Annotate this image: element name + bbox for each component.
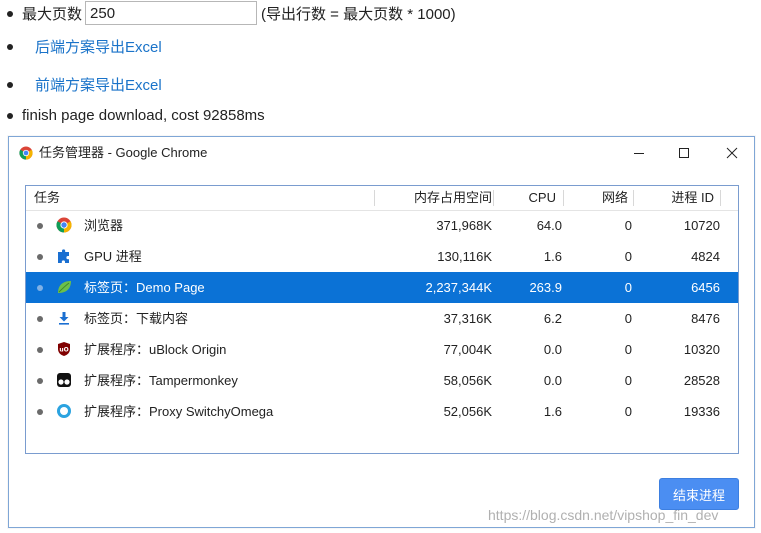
maximize-icon bbox=[679, 148, 689, 158]
memory-value: 130,116K bbox=[437, 249, 492, 264]
cpu-value: 6.2 bbox=[543, 311, 562, 326]
cpu-value: 0.0 bbox=[543, 342, 562, 357]
column-header-cpu[interactable]: CPU bbox=[529, 186, 556, 210]
pid-value: 6456 bbox=[691, 280, 720, 295]
cpu-value: 0.0 bbox=[543, 373, 562, 388]
network-value: 0 bbox=[624, 342, 632, 357]
column-header-memory[interactable]: 内存占用空间 bbox=[414, 186, 492, 210]
table-row[interactable]: 浏览器 371,968K 64.0 0 10720 bbox=[26, 210, 738, 241]
tampermonkey-icon bbox=[57, 373, 71, 387]
cpu-value: 1.6 bbox=[543, 404, 562, 419]
table-header: 任务 内存占用空间 CPU 网络 进程 ID bbox=[26, 186, 738, 211]
leaf-icon bbox=[58, 281, 71, 293]
row-bullet bbox=[37, 316, 43, 322]
maximize-button[interactable] bbox=[661, 137, 707, 169]
memory-value: 2,237,344K bbox=[425, 280, 492, 295]
table-row[interactable]: 扩展程序：Tampermonkey 58,056K 0.0 0 28528 bbox=[26, 365, 738, 396]
memory-value: 371,968K bbox=[436, 218, 492, 233]
bullet bbox=[7, 113, 13, 119]
max-pages-label: 最大页数 bbox=[22, 5, 83, 23]
memory-value: 58,056K bbox=[443, 373, 492, 388]
network-value: 0 bbox=[624, 249, 632, 264]
window-title: 任务管理器 - Google Chrome bbox=[39, 145, 208, 160]
status-text: finish page download, cost 92858ms bbox=[22, 106, 265, 124]
memory-value: 77,004K bbox=[443, 342, 492, 357]
column-header-task[interactable]: 任务 bbox=[34, 186, 60, 210]
frontend-export-link[interactable]: 前端方案导出Excel bbox=[35, 74, 162, 95]
task-name: 扩展程序：Proxy SwitchyOmega bbox=[84, 404, 274, 419]
minimize-icon bbox=[634, 153, 644, 154]
column-divider[interactable] bbox=[563, 190, 564, 206]
chrome-icon bbox=[19, 146, 33, 160]
ublock-icon: uO bbox=[58, 342, 70, 356]
task-name: 标签页：Demo Page bbox=[84, 280, 205, 295]
close-icon bbox=[726, 147, 738, 159]
cpu-value: 263.9 bbox=[529, 280, 562, 295]
pid-value: 8476 bbox=[691, 311, 720, 326]
task-name: 浏览器 bbox=[84, 218, 124, 233]
network-value: 0 bbox=[624, 218, 632, 233]
bullet bbox=[7, 11, 13, 17]
pid-value: 10720 bbox=[683, 218, 720, 233]
pid-value: 4824 bbox=[691, 249, 720, 264]
cpu-value: 64.0 bbox=[536, 218, 562, 233]
table-row[interactable]: 扩展程序：Proxy SwitchyOmega 52,056K 1.6 0 19… bbox=[26, 396, 738, 427]
task-name: GPU 进程 bbox=[84, 249, 142, 264]
minimize-button[interactable] bbox=[616, 137, 662, 169]
column-divider[interactable] bbox=[493, 190, 494, 206]
column-header-pid[interactable]: 进程 ID bbox=[671, 186, 714, 210]
network-value: 0 bbox=[624, 311, 632, 326]
row-bullet bbox=[37, 285, 43, 291]
network-value: 0 bbox=[624, 373, 632, 388]
pid-value: 10320 bbox=[683, 342, 720, 357]
task-name: 扩展程序：Tampermonkey bbox=[84, 373, 238, 388]
title-bar[interactable]: 任务管理器 - Google Chrome bbox=[9, 137, 754, 169]
memory-value: 52,056K bbox=[443, 404, 492, 419]
task-name: 标签页：下载内容 bbox=[84, 311, 189, 326]
backend-export-link[interactable]: 后端方案导出Excel bbox=[35, 36, 162, 57]
table-row[interactable]: uO 扩展程序：uBlock Origin 77,004K 0.0 0 1032… bbox=[26, 334, 738, 365]
switchyomega-icon bbox=[57, 404, 71, 418]
column-header-network[interactable]: 网络 bbox=[602, 186, 628, 210]
puzzle-icon bbox=[58, 249, 69, 263]
table-row[interactable]: 标签页：下载内容 37,316K 6.2 0 8476 bbox=[26, 303, 738, 334]
row-bullet bbox=[37, 254, 43, 260]
end-process-button[interactable]: 结束进程 bbox=[659, 478, 739, 510]
pid-value: 19336 bbox=[683, 404, 720, 419]
column-divider[interactable] bbox=[720, 190, 721, 206]
cpu-value: 1.6 bbox=[543, 249, 562, 264]
chrome-icon bbox=[56, 217, 72, 233]
pid-value: 28528 bbox=[683, 373, 720, 388]
network-value: 0 bbox=[624, 404, 632, 419]
max-pages-hint: (导出行数 = 最大页数 * 1000) bbox=[261, 5, 456, 23]
task-manager-window: 任务管理器 - Google Chrome 任务 内存占用空间 CPU 网络 进… bbox=[8, 136, 755, 528]
bullet bbox=[7, 82, 13, 88]
process-table: 任务 内存占用空间 CPU 网络 进程 ID 浏览器 371,968K 64.0… bbox=[25, 185, 739, 454]
row-bullet bbox=[37, 409, 43, 415]
task-name: 扩展程序：uBlock Origin bbox=[84, 342, 227, 357]
table-row[interactable]: GPU 进程 130,116K 1.6 0 4824 bbox=[26, 241, 738, 272]
max-pages-input[interactable] bbox=[85, 1, 258, 25]
table-row-selected[interactable]: 标签页：Demo Page 2,237,344K 263.9 0 6456 bbox=[26, 272, 738, 303]
watermark-text: https://blog.csdn.net/vipshop_fin_dev bbox=[488, 507, 719, 523]
row-bullet bbox=[37, 378, 43, 384]
bullet bbox=[7, 44, 13, 50]
column-divider[interactable] bbox=[633, 190, 634, 206]
network-value: 0 bbox=[624, 280, 632, 295]
close-button[interactable] bbox=[709, 137, 755, 169]
column-divider[interactable] bbox=[374, 190, 375, 206]
row-bullet bbox=[37, 347, 43, 353]
row-bullet bbox=[37, 223, 43, 229]
svg-text:uO: uO bbox=[59, 347, 68, 354]
memory-value: 37,316K bbox=[443, 311, 492, 326]
download-icon bbox=[59, 312, 69, 325]
